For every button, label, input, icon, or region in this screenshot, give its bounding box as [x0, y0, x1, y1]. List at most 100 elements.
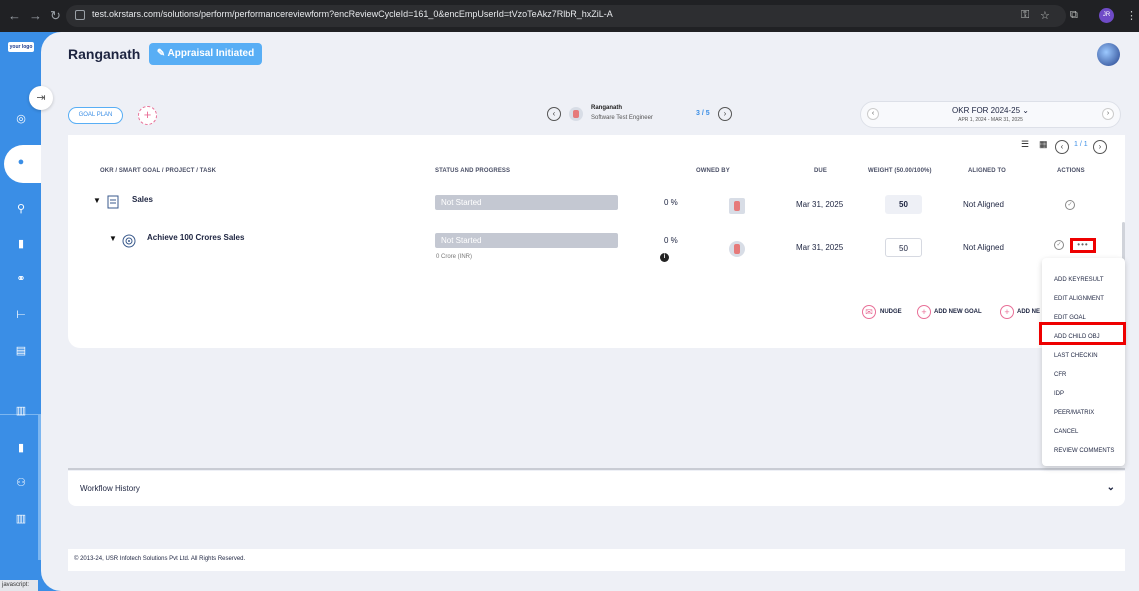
weight-value: 50	[885, 195, 922, 214]
add-icon[interactable]: +	[138, 106, 157, 125]
objective-icon	[107, 195, 119, 209]
status-bubble: javascript:	[0, 580, 38, 591]
team-icon: ●	[17, 156, 25, 168]
keyresult-title[interactable]: Achieve 100 Crores Sales	[147, 233, 244, 242]
progress-percent: 0 %	[664, 236, 678, 245]
app-logo: your logo	[8, 42, 34, 52]
info-icon[interactable]: i	[660, 253, 669, 262]
target-value: 0 Crore (INR)	[436, 254, 473, 260]
collapse-toggle[interactable]: ▼	[109, 234, 117, 243]
forward-icon[interactable]: →	[29, 8, 42, 23]
report-icon[interactable]: ▥	[14, 404, 28, 418]
target-icon	[122, 234, 136, 248]
grid-view-icon[interactable]: ▦	[1039, 140, 1048, 149]
aligned-to: Not Aligned	[963, 200, 1004, 209]
people-icon[interactable]: ⚇	[14, 476, 28, 490]
pencil-icon: ✎	[156, 48, 168, 59]
workflow-history-label: Workflow History	[80, 484, 140, 493]
chevron-left-icon[interactable]: ‹	[1055, 140, 1069, 154]
workflow-history-panel[interactable]: Workflow History ⌄	[68, 471, 1125, 506]
progress-percent: 0 %	[664, 198, 678, 207]
pager-employee-name: Ranganath	[591, 105, 623, 111]
due-date: Mar 31, 2025	[796, 200, 844, 209]
chevron-right-icon[interactable]: ›	[718, 107, 732, 121]
weight-input[interactable]: 50	[885, 238, 922, 257]
okr-period-dates: APR 1, 2024 - MAR 31, 2025	[958, 117, 1023, 123]
status-bar: Not Started	[435, 233, 618, 248]
column-header-due: DUE	[814, 168, 827, 174]
owner-avatar	[729, 241, 745, 257]
highlight-box	[1039, 322, 1126, 345]
page-footer: © 2013-24, USR Infotech Solutions Pvt Lt…	[68, 549, 1125, 571]
menu-item-last-checkin[interactable]: LAST CHECKIN	[1054, 353, 1098, 359]
chevron-right-icon[interactable]: ›	[1102, 108, 1114, 120]
menu-item-edit-alignment[interactable]: EDIT ALIGNMENT	[1054, 296, 1104, 302]
column-header-status: STATUS AND PROGRESS	[435, 168, 511, 174]
book-icon[interactable]: ▮	[14, 441, 28, 455]
site-info-icon[interactable]	[75, 10, 85, 20]
check-icon[interactable]: ✓	[1065, 200, 1075, 210]
menu-item-cancel[interactable]: CANCEL	[1054, 429, 1078, 435]
status-bar: Not Started	[435, 195, 618, 210]
column-header-aligned: ALIGNED TO	[968, 168, 1006, 174]
key-icon[interactable]: ⚿	[1021, 9, 1029, 22]
handshake-icon[interactable]: ⚭	[14, 272, 28, 286]
chevron-left-icon[interactable]: ‹	[547, 107, 561, 121]
due-date: Mar 31, 2025	[796, 243, 844, 252]
menu-item-review-comments[interactable]: REVIEW COMMENTS	[1054, 448, 1114, 454]
column-header-owned: OWNED BY	[696, 168, 730, 174]
add-icon[interactable]: +	[917, 305, 931, 319]
pager-employee-role: Software Test Engineer	[591, 115, 653, 121]
check-icon[interactable]: ✓	[1054, 240, 1064, 250]
browser-toolbar: ← → ↻ test.okrstars.com/solutions/perfor…	[0, 0, 1139, 32]
back-icon[interactable]: ←	[8, 8, 21, 23]
extensions-icon[interactable]: ⧉	[1070, 9, 1078, 22]
section-divider	[68, 468, 1125, 470]
chevron-down-icon[interactable]: ⌄	[1107, 482, 1115, 493]
add-icon[interactable]: +	[1000, 305, 1014, 319]
menu-item-edit-goal[interactable]: EDIT GOAL	[1054, 315, 1086, 321]
appraisal-status-button[interactable]: ✎ Appraisal Initiated	[149, 43, 262, 65]
book-icon[interactable]: ▮	[14, 237, 28, 251]
menu-item-idp[interactable]: IDP	[1054, 391, 1064, 397]
pager-count: 3 / 5	[696, 110, 710, 117]
goal-title[interactable]: Sales	[132, 195, 153, 204]
profile-avatar[interactable]: JR	[1099, 8, 1114, 23]
page-title: Ranganath	[68, 46, 141, 62]
person-tree-icon[interactable]: ⚲	[14, 202, 28, 216]
target-icon[interactable]: ◎	[14, 112, 28, 126]
appraisal-status-label: Appraisal Initiated	[167, 48, 255, 59]
reload-icon[interactable]: ↻	[50, 8, 61, 24]
more-actions-button[interactable]: •••	[1070, 238, 1096, 253]
copyright-text: © 2013-24, USR Infotech Solutions Pvt Lt…	[74, 556, 246, 562]
sidebar-toggle-icon[interactable]: ⇥	[29, 86, 53, 110]
column-header-actions: ACTIONS	[1057, 168, 1085, 174]
okr-period-title: OKR FOR 2024-25	[952, 106, 1021, 115]
menu-item-add-keyresult[interactable]: ADD KEYRESULT	[1054, 277, 1104, 283]
employee-avatar	[569, 107, 583, 121]
form-icon[interactable]: ▤	[14, 344, 28, 358]
aligned-to: Not Aligned	[963, 243, 1004, 252]
list-view-icon[interactable]: ☰	[1021, 140, 1030, 149]
nudge-button[interactable]: NUDGE	[880, 309, 902, 315]
star-icon[interactable]: ☆	[1040, 9, 1050, 22]
owner-avatar	[729, 198, 745, 214]
chevron-down-icon: ⌄	[1022, 106, 1029, 115]
goal-plan-button[interactable]: GOAL PLAN	[68, 107, 123, 124]
sidebar: your logo ◎ ● ⚲ ▮ ⚭ ⊢ ▤ ▥ ▮ ⚇ ▥	[0, 32, 48, 591]
collapse-toggle[interactable]: ▼	[93, 196, 101, 205]
kebab-menu-icon[interactable]: ⋮	[1126, 9, 1137, 22]
chevron-right-icon[interactable]: ›	[1093, 140, 1107, 154]
nudge-icon[interactable]: ✉	[862, 305, 876, 319]
menu-item-cfr[interactable]: CFR	[1054, 372, 1066, 378]
chart-icon[interactable]: ▥	[14, 512, 28, 526]
url-text: test.okrstars.com/solutions/perform/perf…	[92, 9, 613, 19]
hierarchy-icon[interactable]: ⊢	[14, 308, 28, 322]
add-new-button[interactable]: ADD NE	[1017, 309, 1040, 315]
actions-menu: ADD KEYRESULT EDIT ALIGNMENT EDIT GOAL A…	[1042, 258, 1125, 466]
okr-period-selector[interactable]: ‹ OKR FOR 2024-25 ⌄ APR 1, 2024 - MAR 31…	[860, 101, 1121, 128]
avatar[interactable]	[1097, 43, 1120, 66]
add-new-goal-button[interactable]: ADD NEW GOAL	[934, 309, 982, 315]
menu-item-peer-matrix[interactable]: PEER/MATRIX	[1054, 410, 1094, 416]
address-bar[interactable]: test.okrstars.com/solutions/perform/perf…	[66, 5, 1066, 27]
